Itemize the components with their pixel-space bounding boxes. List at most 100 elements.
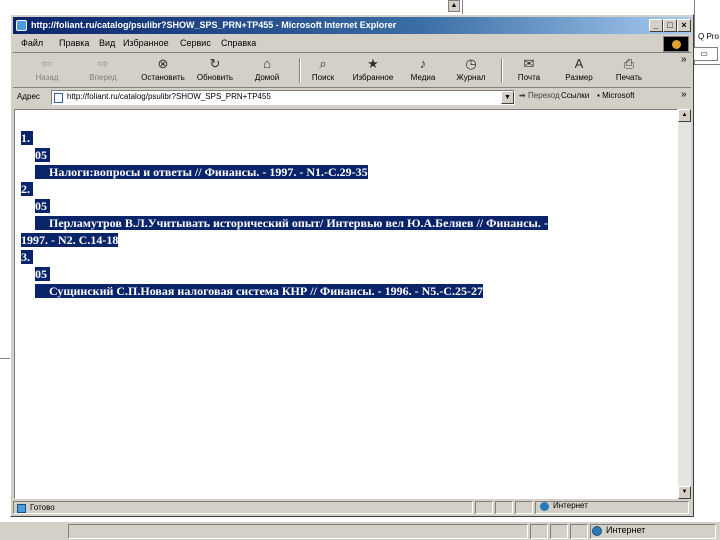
- address-label: Адрес: [17, 92, 40, 101]
- background-app-icon: ▭: [690, 47, 718, 61]
- list-item: 3. 05 Сущинский С.П.Новая налоговая сист…: [21, 249, 661, 300]
- media-icon: ♪: [419, 56, 427, 71]
- status-cell: [515, 501, 533, 514]
- mail-icon: ✉: [523, 56, 535, 71]
- forward-button[interactable]: ⇨ Вперед: [77, 55, 129, 86]
- menu-help[interactable]: Справка: [221, 38, 256, 48]
- forward-label: Вперед: [89, 73, 117, 82]
- background-app-label: Q Pro: [698, 32, 719, 41]
- home-label: Домой: [254, 73, 280, 82]
- font-size-label: Размер: [565, 73, 593, 82]
- links-overflow-chevron[interactable]: »: [681, 89, 687, 100]
- address-value: http://foliant.ru/catalog/psulibr?SHOW_S…: [67, 92, 271, 101]
- menu-file[interactable]: Файл: [21, 38, 43, 48]
- menu-edit[interactable]: Правка: [59, 38, 89, 48]
- stop-button[interactable]: ⊗ Остановить: [137, 55, 189, 86]
- page-icon: [54, 93, 63, 103]
- vertical-scrollbar[interactable]: ▲ ▼: [678, 109, 691, 499]
- close-button[interactable]: ×: [677, 19, 691, 32]
- maximize-button[interactable]: □: [663, 19, 677, 32]
- scroll-up-icon[interactable]: ▲: [678, 109, 691, 122]
- mail-button[interactable]: ✉ Почта: [503, 55, 555, 86]
- mail-label: Почта: [517, 73, 541, 82]
- record-code: 05: [35, 199, 47, 213]
- background-status-cell: [570, 524, 588, 539]
- window-title: http://foliant.ru/catalog/psulibr?SHOW_S…: [31, 20, 397, 30]
- record-number: 3.: [21, 250, 30, 264]
- refresh-icon: ↻: [209, 56, 221, 71]
- refresh-button[interactable]: ↻ Обновить: [189, 55, 241, 86]
- print-icon: ⎙: [623, 56, 635, 71]
- forward-arrow-icon: ⇨: [97, 56, 109, 71]
- home-button[interactable]: ⌂ Домой: [241, 55, 293, 86]
- history-label: Журнал: [456, 73, 486, 82]
- background-scroll-button[interactable]: ▲: [448, 0, 460, 12]
- record-code: 05: [35, 267, 47, 281]
- background-status-zone: Интернет: [606, 525, 646, 535]
- background-divider: [694, 64, 720, 65]
- minimize-button[interactable]: _: [649, 19, 663, 32]
- back-arrow-icon: ⇦: [41, 56, 53, 71]
- favorites-button[interactable]: ★ Избранное: [347, 55, 399, 86]
- status-bar: Готово Интернет: [13, 500, 691, 515]
- background-divider: [462, 0, 463, 14]
- history-icon: ◷: [465, 56, 477, 71]
- record-list: 1. 05 Налоги:вопросы и ответы // Финансы…: [21, 130, 661, 300]
- stop-label: Остановить: [141, 73, 185, 82]
- background-status-cell: [550, 524, 568, 539]
- font-size-icon: A: [574, 56, 584, 71]
- record-number: 2.: [21, 182, 30, 196]
- title-bar[interactable]: http://foliant.ru/catalog/psulibr?SHOW_S…: [13, 17, 691, 34]
- print-label: Печать: [615, 73, 643, 82]
- menu-view[interactable]: Вид: [99, 38, 115, 48]
- links-microsoft[interactable]: ▪ Microsoft: [597, 91, 635, 100]
- status-cell: Готово: [13, 501, 473, 514]
- print-button[interactable]: ⎙ Печать: [603, 55, 655, 86]
- address-dropdown-icon[interactable]: ▼: [501, 91, 514, 104]
- ie-icon: [16, 20, 27, 31]
- menu-tools[interactable]: Сервис: [180, 38, 211, 48]
- status-text: Готово: [30, 503, 55, 512]
- record-text: Сущинский С.П.Новая налоговая система КН…: [35, 284, 483, 298]
- record-number: 1.: [21, 131, 30, 145]
- status-cell: [495, 501, 513, 514]
- background-status-cell: [68, 524, 528, 539]
- standard-toolbar: ⇦ Назад ⇨ Вперед ⊗ Остановить ↻ Обновить…: [13, 54, 691, 88]
- background-status-cell: [530, 524, 548, 539]
- scroll-down-icon[interactable]: ▼: [678, 486, 691, 499]
- browser-window: http://foliant.ru/catalog/psulibr?SHOW_S…: [10, 14, 694, 517]
- menu-bar: Файл Правка Вид Избранное Сервис Справка: [13, 35, 691, 53]
- toolbar-overflow-chevron[interactable]: »: [681, 54, 687, 65]
- record-text: Перламутров В.Л.Учитывать исторический о…: [35, 216, 548, 230]
- favorites-label: Избранное: [352, 73, 394, 82]
- links-label[interactable]: Ссылки: [561, 91, 589, 100]
- media-button[interactable]: ♪ Медиа: [397, 55, 449, 86]
- stop-icon: ⊗: [157, 56, 169, 71]
- go-button[interactable]: ➡ Переход: [519, 91, 560, 100]
- favorites-icon: ★: [367, 56, 379, 71]
- media-label: Медиа: [410, 73, 436, 82]
- ie-page-icon: [17, 504, 26, 513]
- search-button[interactable]: ⌕ Поиск: [297, 55, 349, 86]
- record-text-continued: 1997. - N2. С.14-18: [21, 233, 119, 247]
- font-size-button[interactable]: A Размер: [553, 55, 605, 86]
- record-code: 05: [35, 148, 47, 162]
- links-microsoft-label: Microsoft: [602, 91, 635, 100]
- search-icon: ⌕: [319, 56, 327, 71]
- windows-logo-icon: [663, 36, 689, 52]
- back-button[interactable]: ⇦ Назад: [21, 55, 73, 86]
- refresh-label: Обновить: [196, 73, 234, 82]
- list-item: 2. 05 Перламутров В.Л.Учитывать историче…: [21, 181, 661, 249]
- background-statusbar: Интернет: [0, 521, 720, 540]
- globe-icon: [540, 502, 549, 511]
- background-desktop-strip: [0, 0, 720, 14]
- history-button[interactable]: ◷ Журнал: [445, 55, 497, 86]
- background-divider: [0, 358, 10, 359]
- page-content: 1. 05 Налоги:вопросы и ответы // Финансы…: [14, 109, 678, 499]
- go-label: Переход: [527, 91, 560, 100]
- menu-favorites[interactable]: Избранное: [123, 38, 169, 48]
- status-cell: [475, 501, 493, 514]
- address-bar: Адрес http://foliant.ru/catalog/psulibr?…: [13, 89, 691, 107]
- address-input[interactable]: http://foliant.ru/catalog/psulibr?SHOW_S…: [51, 90, 515, 105]
- list-item: 1. 05 Налоги:вопросы и ответы // Финансы…: [21, 130, 661, 181]
